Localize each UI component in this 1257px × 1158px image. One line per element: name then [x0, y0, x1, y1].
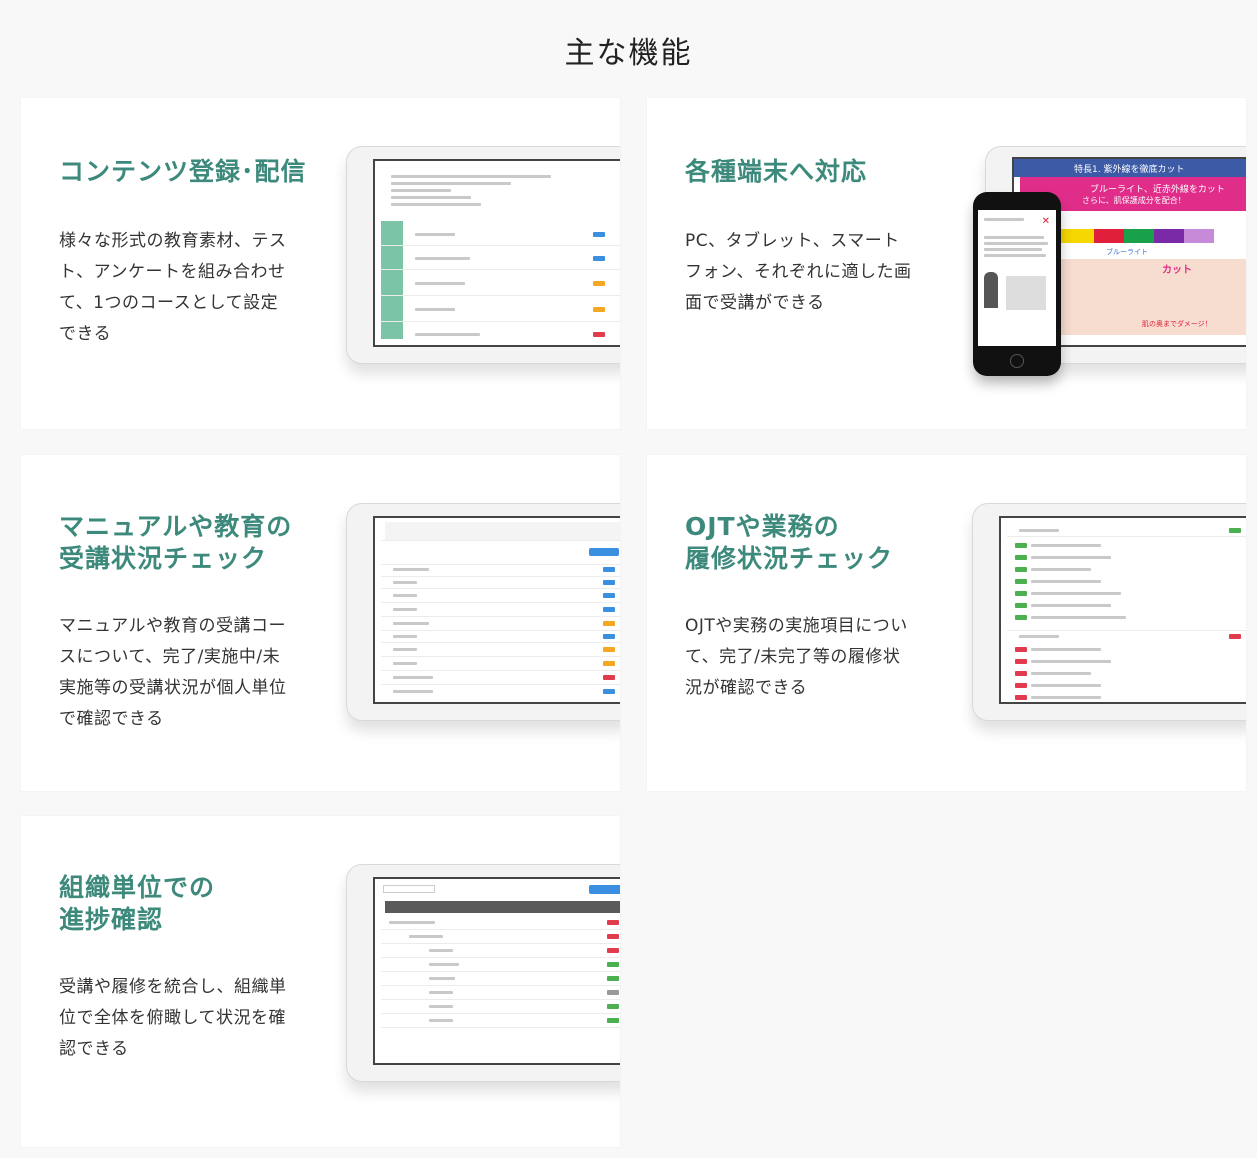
phone-screen: ✕ [978, 210, 1056, 346]
lesson-banner-title: 特長1. 紫外線を徹底カット [1074, 165, 1185, 175]
feature-title: 組織単位での 進捗確認 [59, 873, 216, 934]
feature-description: マニュアルや教育の受講コースについて、完了/実施中/未実施等の受講状況が個人単位… [59, 616, 287, 729]
tablet-screen [373, 516, 620, 704]
feature-description: 受講や履修を統合し、組織単位で全体を俯瞰して状況を確認できる [59, 977, 287, 1059]
feature-description: 様々な形式の教育素材、テスト、アンケートを組み合わせて、1つのコースとして設定で… [59, 231, 287, 344]
feature-card-org-progress: 組織単位での 進捗確認 受講や履修を統合し、組織単位で全体を俯瞰して状況を確認でき… [21, 816, 620, 1147]
tablet-mockup-org-tree [346, 864, 620, 1082]
tablet-mockup-ojt-checklist [972, 503, 1246, 721]
tablet-mockup-course-list [346, 146, 620, 364]
smartphone-mockup: ✕ [973, 192, 1061, 376]
feature-description: OJTや実務の実施項目について、完了/未完了等の履修状況が確認できる [685, 616, 908, 698]
blue-light-label: ブルーライト [1106, 248, 1148, 256]
tablet-screen [999, 516, 1246, 704]
cut-label: カット [1162, 265, 1192, 276]
page-title: 主な機能 [564, 36, 693, 71]
feature-description: PC、タブレット、スマートフォン、それぞれに適した画面で受講ができる [685, 231, 912, 313]
feature-title: OJTや業務の 履修状況チェック [685, 512, 894, 573]
tablet-mockup-progress [346, 503, 620, 721]
feature-title: マニュアルや教育の 受講状況チェック [59, 512, 293, 573]
feature-title: コンテンツ登録･配信 [59, 157, 307, 186]
feature-card-ojt-tracking: OJTや業務の 履修状況チェック OJTや実務の実施項目について、完了/未完了等の… [647, 455, 1246, 791]
home-button [1010, 354, 1024, 368]
damage-label: 肌の奥までダメージ！ [1142, 320, 1212, 328]
tablet-screen [373, 877, 620, 1065]
tablet-screen [373, 159, 620, 347]
feature-card-content-delivery: コンテンツ登録･配信 様々な形式の教育素材、テスト、アンケートを組み合わせて、1… [21, 98, 620, 429]
feature-card-manual-tracking: マニュアルや教育の 受講状況チェック マニュアルや教育の受講コースについて、完了/… [21, 455, 620, 791]
feature-title: 各種端末へ対応 [685, 157, 868, 186]
feature-card-multi-device: 各種端末へ対応 PC、タブレット、スマートフォン、それぞれに適した画面で受講がで… [647, 98, 1246, 429]
lesson-header-bar: 特長1. 紫外線を徹底カット [1014, 159, 1246, 177]
